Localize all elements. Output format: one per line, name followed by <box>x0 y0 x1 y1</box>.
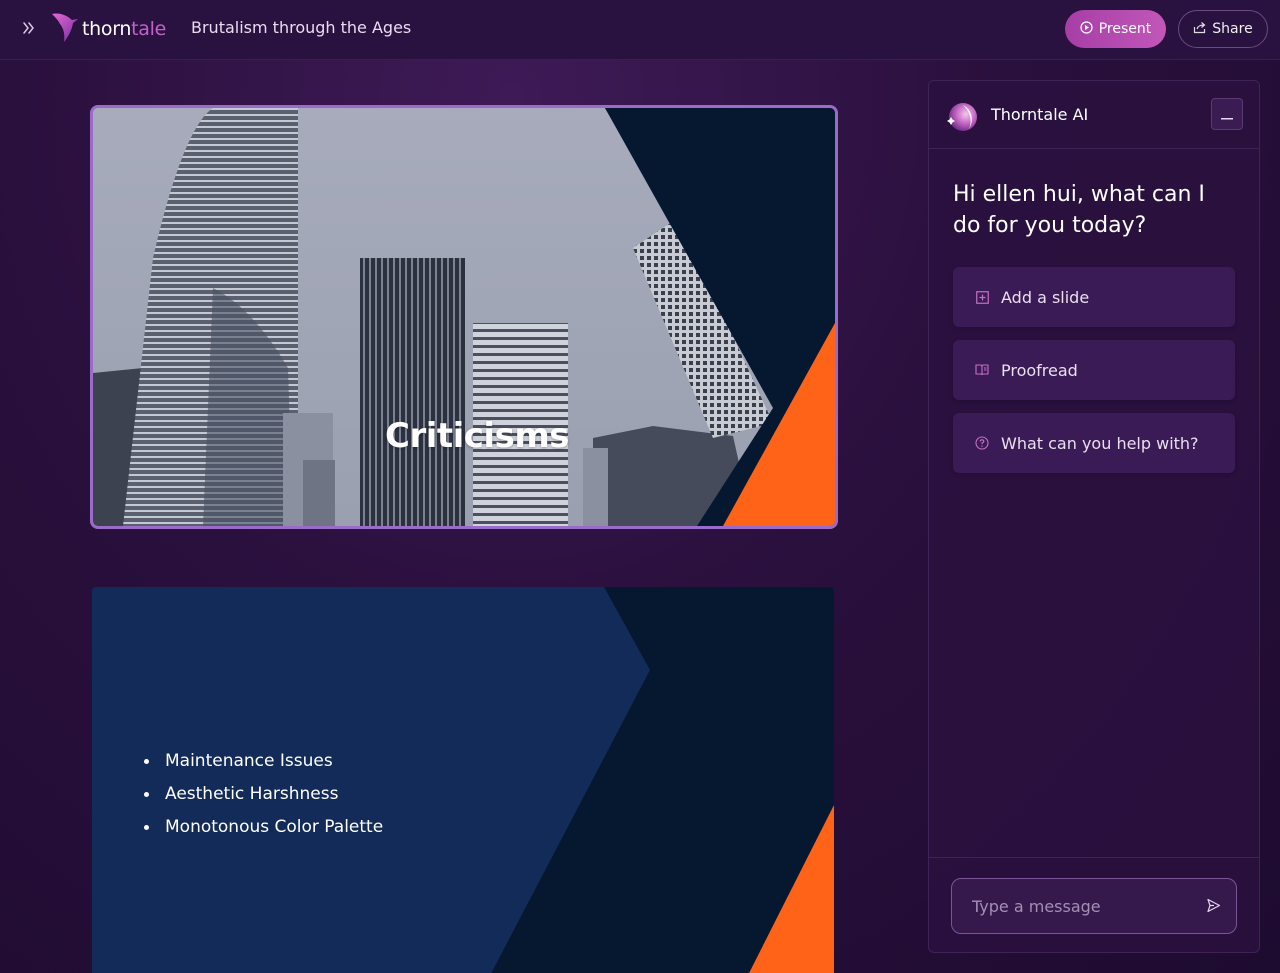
present-label: Present <box>1098 21 1152 37</box>
slide-1[interactable]: Criticisms <box>90 105 838 529</box>
book-open-icon <box>975 363 989 377</box>
share-button[interactable]: Share <box>1178 10 1268 48</box>
message-input-box <box>951 878 1237 934</box>
expand-sidebar-button[interactable] <box>14 14 44 44</box>
bullet-item[interactable]: Maintenance Issues <box>144 749 383 782</box>
suggestion-help[interactable]: What can you help with? <box>953 413 1235 473</box>
plus-square-icon <box>975 290 989 304</box>
suggestion-label: What can you help with? <box>1001 433 1199 453</box>
slide-title[interactable]: Criticisms <box>385 416 570 456</box>
play-circle-icon <box>1080 20 1093 38</box>
share-label: Share <box>1212 21 1253 37</box>
suggestion-add-slide[interactable]: Add a slide <box>953 267 1235 327</box>
suggestion-proofread[interactable]: Proofread <box>953 340 1235 400</box>
logo-text-thorn: thorn <box>82 18 132 40</box>
minimize-panel-button[interactable] <box>1211 98 1243 130</box>
send-button[interactable] <box>1202 896 1224 918</box>
send-icon <box>1206 898 1221 917</box>
ai-assistant-panel: Thorntale AI Hi ellen hui, what can I do… <box>928 80 1260 953</box>
suggestion-label: Add a slide <box>1001 287 1090 307</box>
ai-sparkle-avatar-icon <box>945 101 979 133</box>
document-title[interactable]: Brutalism through the Ages <box>191 18 411 37</box>
suggestion-label: Proofread <box>1001 360 1078 380</box>
slide-2[interactable]: Maintenance Issues Aesthetic Harshness M… <box>92 587 834 973</box>
logo[interactable]: thorntale <box>50 12 166 46</box>
ai-panel-footer <box>929 857 1259 953</box>
logo-text-tale: tale <box>131 18 167 40</box>
ai-panel-title: Thorntale AI <box>991 105 1089 124</box>
ai-panel-header: Thorntale AI <box>929 81 1259 149</box>
double-chevron-right-icon <box>22 20 36 39</box>
message-input[interactable] <box>972 896 1192 916</box>
help-circle-icon <box>975 436 989 450</box>
bullet-item[interactable]: Monotonous Color Palette <box>144 815 383 848</box>
present-button[interactable]: Present <box>1065 10 1166 48</box>
slide-1-background <box>93 108 835 526</box>
share-icon <box>1193 21 1206 38</box>
minus-icon <box>1221 105 1233 124</box>
hummingbird-logo-icon <box>50 10 80 48</box>
bullet-item[interactable]: Aesthetic Harshness <box>144 782 383 815</box>
ai-greeting: Hi ellen hui, what can I do for you toda… <box>953 182 1205 238</box>
top-bar: thorntale Brutalism through the Ages Pre… <box>0 0 1280 60</box>
bullet-list: Maintenance Issues Aesthetic Harshness M… <box>144 749 383 848</box>
